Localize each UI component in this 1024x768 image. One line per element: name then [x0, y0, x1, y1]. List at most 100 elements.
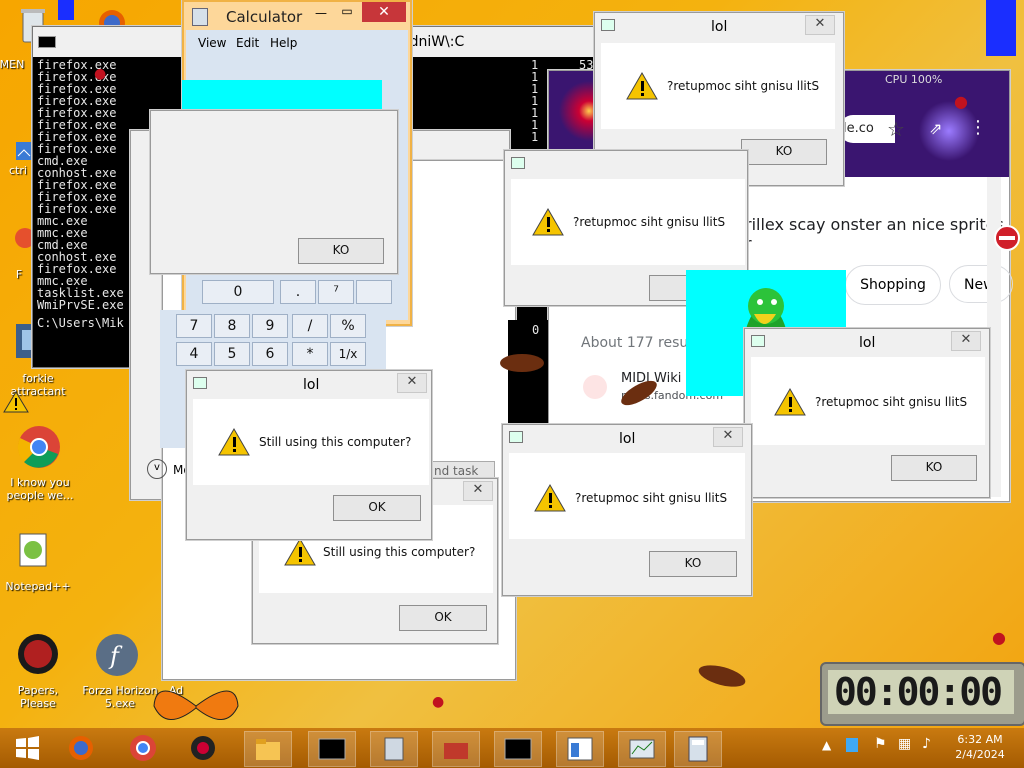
close-button[interactable]: ✕ — [463, 481, 493, 501]
still-using-dialog-front[interactable]: lol ✕ Still using this computer? OK — [186, 370, 432, 540]
dialog-message: ?retupmoc siht gnisu llitS — [573, 215, 726, 229]
taskbar-explorer-icon[interactable] — [244, 731, 292, 767]
ladybug-icon: ● — [432, 694, 445, 710]
ko-button[interactable]: KO — [741, 139, 827, 165]
calc-key-pct[interactable]: % — [330, 314, 366, 338]
calculator-menu-view[interactable]: View — [198, 36, 226, 50]
taskbar: ▲ ⚑ ▦ ♪ 6:32 AM 2/4/2024 — [0, 728, 1024, 768]
clock-display: 00:00:00 — [828, 670, 1014, 714]
ladybug-icon: ● — [94, 66, 107, 82]
calc-key-recip[interactable]: 1/x — [330, 342, 366, 366]
dialog-title: lol — [859, 335, 876, 351]
tray-network-icon[interactable] — [846, 738, 858, 752]
tray-arrow-icon[interactable]: ▲ — [822, 738, 831, 752]
desktop-icon-papers-please[interactable]: Papers, Please — [0, 684, 76, 710]
ok-button[interactable]: OK — [333, 495, 421, 521]
taskbar-clock[interactable]: 6:32 AM 2/4/2024 — [950, 732, 1010, 762]
flash-icon[interactable]: f — [94, 632, 140, 678]
end-task-label: nd task — [434, 464, 479, 478]
close-button[interactable]: ✕ — [805, 15, 835, 35]
calc-key-blank[interactable] — [356, 280, 392, 304]
no-entry-icon — [990, 224, 1024, 252]
butterfly-icon — [146, 676, 246, 736]
tray-flag-icon[interactable]: ⚑ — [874, 736, 887, 752]
digital-clock-widget: 00:00:00 — [820, 662, 1024, 726]
calc-key-special[interactable]: ⁷ — [318, 280, 354, 304]
desktop-icon-f[interactable]: F — [4, 268, 34, 281]
more-menu-icon[interactable]: ⋮ — [969, 117, 987, 138]
taskbar-cmd-icon-2[interactable] — [494, 731, 542, 767]
taskbar-mmc-icon[interactable] — [556, 731, 604, 767]
calculator-icon — [192, 8, 208, 26]
close-button[interactable]: ✕ — [951, 331, 981, 351]
dialog-message: ?retupmoc siht gnisu llitS — [815, 395, 968, 409]
start-button[interactable] — [4, 731, 50, 765]
dialog-app-icon — [193, 377, 207, 389]
calc-key-8[interactable]: 8 — [214, 314, 250, 338]
close-button[interactable]: ✕ — [713, 427, 743, 447]
search-query[interactable]: rillex scay onster an nice sprites r — [745, 215, 1009, 253]
maximize-button[interactable]: ▭ — [334, 4, 360, 20]
taskbar-perfmon-icon[interactable] — [618, 731, 666, 767]
lol-dialog-center[interactable]: lol ✕ ?retupmoc siht gnisu llitS KO — [502, 424, 752, 596]
taskbar-firefox-icon[interactable] — [58, 731, 104, 765]
calc-key-5[interactable]: 5 — [214, 342, 250, 366]
blue-bar-decor — [986, 0, 1016, 56]
taskbar-toolbox-icon[interactable] — [432, 731, 480, 767]
calc-key-6[interactable]: 6 — [252, 342, 288, 366]
close-button[interactable]: ✕ — [362, 2, 406, 22]
cpu-label: CPU 100% — [885, 73, 943, 86]
calc-key-0[interactable]: 0 — [202, 280, 274, 304]
calculator-menu-edit[interactable]: Edit — [236, 36, 259, 50]
calc-key-4[interactable]: 4 — [176, 342, 212, 366]
taskbar-installer-icon[interactable] — [370, 731, 418, 767]
calc-key-dot[interactable]: . — [280, 280, 316, 304]
taskbar-calculator-icon[interactable] — [674, 731, 722, 767]
close-button[interactable]: ✕ — [397, 373, 427, 393]
ko-button-bonzi[interactable]: KO — [298, 238, 384, 264]
news-chip[interactable]: New — [949, 265, 1013, 303]
minimize-button[interactable]: — — [306, 6, 336, 22]
calc-key-7[interactable]: 7 — [176, 314, 212, 338]
desktop-icon-label: I know you people we... — [6, 476, 74, 502]
more-details-chevron-icon[interactable]: v — [147, 459, 167, 479]
clock-value: 00:00:00 — [834, 670, 1003, 714]
ko-button[interactable]: KO — [891, 455, 977, 481]
desktop-icon-notepad[interactable]: Notepad++ — [0, 580, 76, 593]
result-favicon — [583, 375, 607, 399]
shopping-chip[interactable]: Shopping — [845, 265, 941, 305]
chrome-icon[interactable] — [16, 424, 62, 470]
desktop-icon-label: ctri — [9, 164, 27, 177]
bookmark-star-icon[interactable]: ☆ — [887, 117, 905, 141]
tray-volume-icon[interactable]: ♪ — [922, 736, 931, 752]
url-text: le.co — [843, 121, 874, 136]
taskbar-app-icon[interactable] — [180, 731, 226, 765]
taskbar-time: 6:32 AM — [957, 733, 1003, 746]
warning-icon — [533, 483, 567, 513]
dialog-app-icon — [509, 431, 523, 443]
desktop-icon-i-know-you[interactable]: I know you people we... — [0, 476, 80, 502]
dialog-message: Still using this computer? — [323, 545, 476, 559]
ok-button[interactable]: OK — [399, 605, 487, 631]
desktop-icon-label: F — [15, 268, 23, 281]
papers-please-icon[interactable] — [16, 632, 60, 676]
taskbar-chrome-icon[interactable] — [120, 731, 166, 765]
ko-button[interactable]: KO — [649, 551, 737, 577]
ladybug-icon: ● — [992, 628, 1006, 647]
cmd-prompt: C:\Users\Mik — [37, 316, 124, 330]
calc-key-9[interactable]: 9 — [252, 314, 288, 338]
dialog-title: lol — [711, 19, 728, 35]
notepad-plus-plus-icon[interactable] — [16, 530, 50, 570]
cockroach-icon — [616, 380, 662, 406]
cockroach-icon — [694, 662, 750, 690]
taskbar-cmd-icon[interactable] — [308, 731, 356, 767]
lol-dialog-right[interactable]: lol ✕ ?retupmoc siht gnisu llitS KO — [744, 328, 990, 498]
calculator-menu-help[interactable]: Help — [270, 36, 297, 50]
tray-network2-icon[interactable]: ▦ — [898, 736, 911, 752]
calc-key-div[interactable]: / — [292, 314, 328, 338]
share-icon[interactable]: ⇗ — [929, 119, 942, 138]
calc-key-mul[interactable]: * — [292, 342, 328, 366]
shopping-chip-label: Shopping — [860, 277, 926, 293]
desktop-icon-men[interactable]: MEN — [0, 58, 32, 71]
dialog-title: lol — [619, 431, 636, 447]
